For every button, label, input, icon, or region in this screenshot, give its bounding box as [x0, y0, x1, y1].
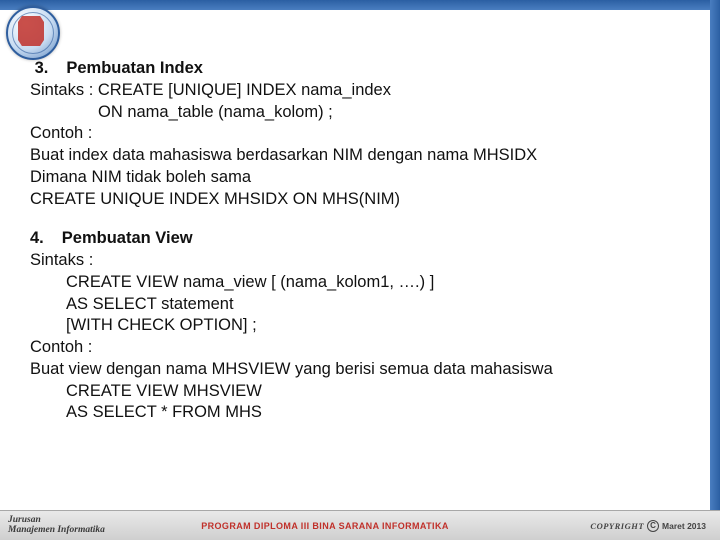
top-border [0, 0, 720, 10]
body-line: Contoh : [30, 337, 690, 359]
section-number: 4. [30, 229, 44, 247]
body-line: AS SELECT * FROM MHS [30, 402, 690, 424]
bsi-logo [6, 6, 60, 60]
footer-program: PROGRAM DIPLOMA III BINA SARANA INFORMAT… [120, 521, 530, 531]
body-line: Sintaks : [30, 250, 690, 272]
section-title: Pembuatan View [62, 229, 193, 247]
body-line: Buat view dengan nama MHSVIEW yang beris… [30, 359, 690, 381]
body-line: CREATE VIEW nama_view [ (nama_kolom1, ….… [30, 272, 690, 294]
body-line: AS SELECT statement [30, 294, 690, 316]
section-number: 3. [35, 59, 49, 77]
body-line: Sintaks : CREATE [UNIQUE] INDEX nama_ind… [30, 80, 690, 102]
footer-bar: Jurusan Manajemen Informatika PROGRAM DI… [0, 510, 720, 540]
copyright-icon: C [647, 520, 659, 532]
slide-content: 3. Pembuatan Index Sintaks : CREATE [UNIQ… [30, 58, 690, 442]
footer-dept-line2: Manajemen Informatika [8, 526, 120, 536]
right-border [710, 0, 720, 540]
copyright-date: Maret 2013 [662, 521, 706, 531]
copyright-label: COPYRIGHT [590, 521, 644, 531]
footer-left: Jurusan Manajemen Informatika [0, 516, 120, 535]
body-line: Dimana NIM tidak boleh sama [30, 167, 690, 189]
section-heading: 4. Pembuatan View [30, 228, 690, 250]
footer-copyright: COPYRIGHT C Maret 2013 [530, 520, 720, 532]
body-line: Contoh : [30, 123, 690, 145]
body-line: [WITH CHECK OPTION] ; [30, 315, 690, 337]
body-line: CREATE VIEW MHSVIEW [30, 381, 690, 403]
body-line: CREATE UNIQUE INDEX MHSIDX ON MHS(NIM) [30, 189, 690, 211]
section-index: 3. Pembuatan Index Sintaks : CREATE [UNIQ… [30, 58, 690, 210]
section-heading: 3. Pembuatan Index [30, 58, 690, 80]
section-view: 4. Pembuatan View Sintaks : CREATE VIEW n… [30, 228, 690, 424]
body-line: Buat index data mahasiswa berdasarkan NI… [30, 145, 690, 167]
section-title: Pembuatan Index [66, 59, 203, 77]
body-line: ON nama_table (nama_kolom) ; [30, 102, 690, 124]
